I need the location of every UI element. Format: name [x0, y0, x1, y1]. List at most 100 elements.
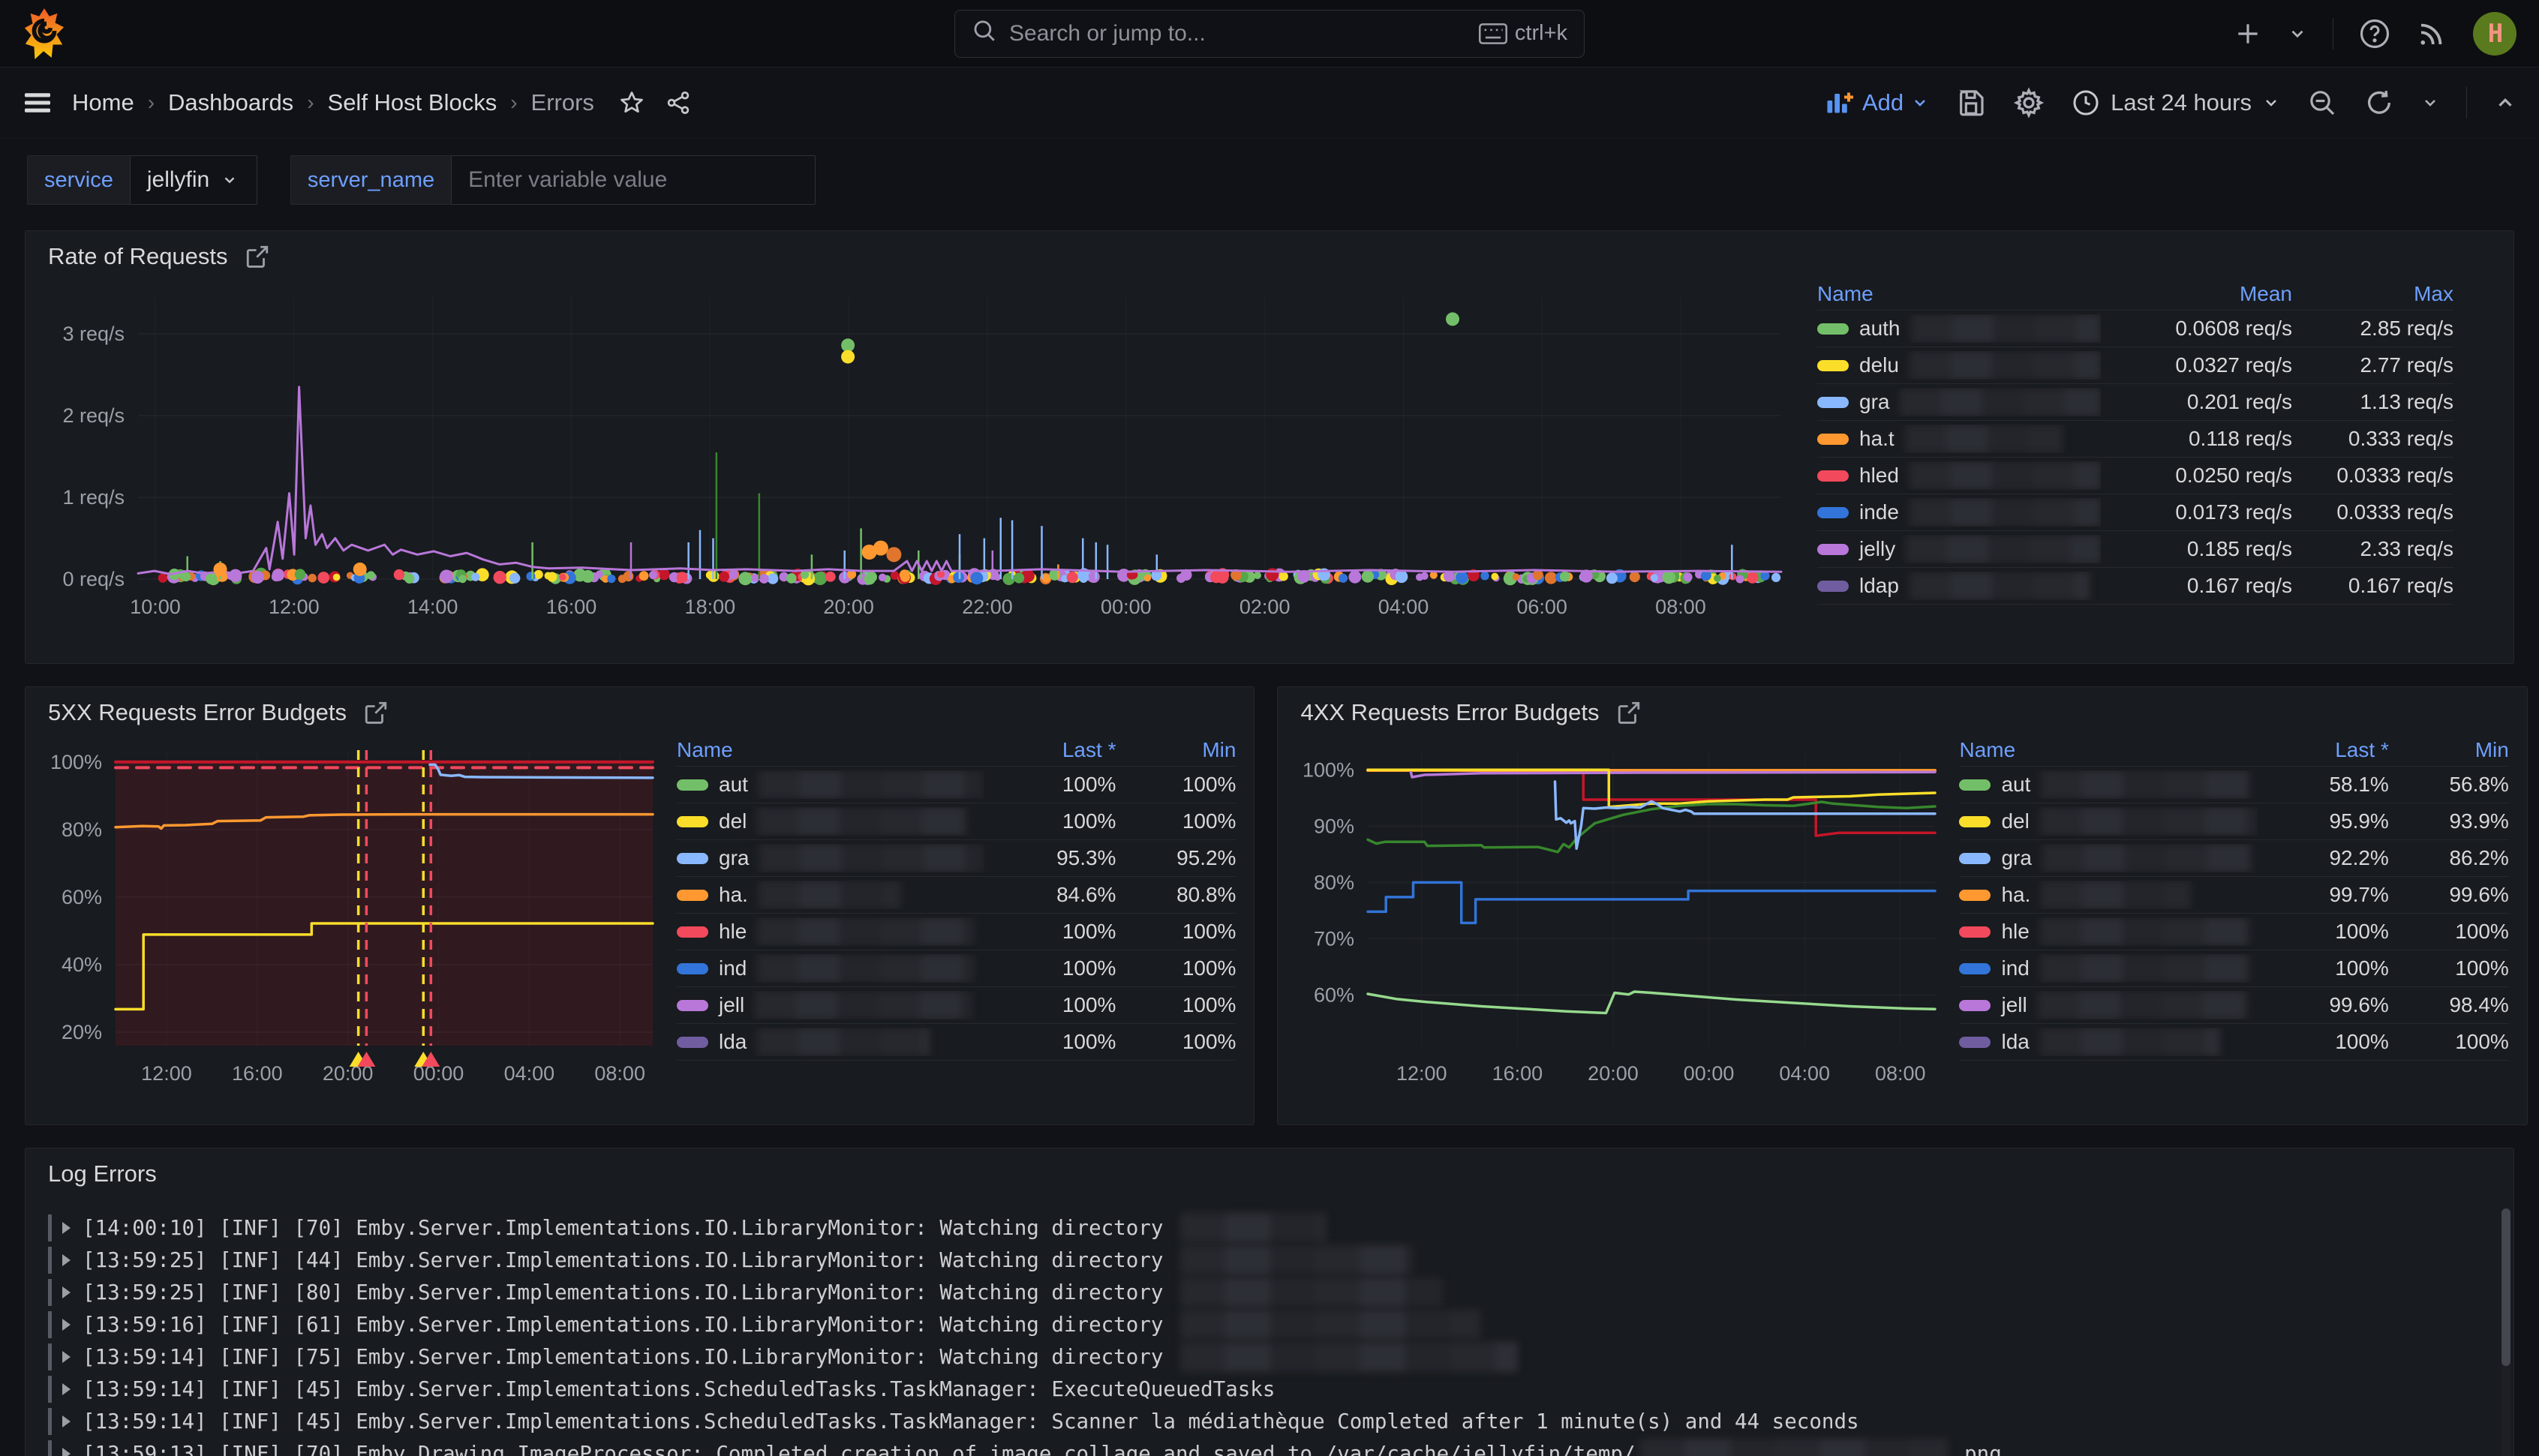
hamburger-menu-icon[interactable] [23, 90, 53, 116]
4xx-error-budget-chart[interactable]: 60%70%80%90%100%12:0016:0020:0000:0004:0… [1278, 731, 1953, 1106]
news-rss-icon[interactable] [2416, 18, 2447, 50]
svg-text:40%: 40% [62, 953, 102, 976]
legend-row[interactable]: ind100%100% [677, 950, 1236, 987]
dashboard-settings-gear-icon[interactable] [2013, 87, 2045, 119]
server-name-input[interactable] [468, 167, 798, 193]
redacted-text [757, 917, 975, 946]
legend-row[interactable]: jell99.6%98.4% [1959, 987, 2508, 1024]
legend-row[interactable]: gra92.2%86.2% [1959, 840, 2508, 877]
dashboard-variables: service jellyfin server_name [0, 139, 2539, 221]
new-chevron-down-icon[interactable] [2288, 24, 2307, 44]
grafana-logo[interactable] [23, 7, 66, 61]
log-expand-caret-icon[interactable] [62, 1383, 71, 1395]
time-range-picker[interactable]: Last 24 hours [2072, 89, 2280, 117]
legend-row[interactable]: del100%100% [677, 803, 1236, 840]
panel-4xx-title[interactable]: 4XX Requests Error Budgets [1300, 699, 1599, 726]
svg-text:90%: 90% [1314, 815, 1354, 837]
log-text: [13:59:14] [INF] [75] Emby.Server.Implem… [83, 1345, 1176, 1369]
share-icon[interactable] [665, 89, 692, 116]
series-color-pill [1817, 544, 1849, 555]
legend-row[interactable]: hle100%100% [677, 914, 1236, 950]
breadcrumb-folder[interactable]: Self Host Blocks [328, 89, 497, 116]
legend-row[interactable]: ha.99.7%99.6% [1959, 877, 2508, 914]
series-color-pill [677, 779, 708, 791]
log-line[interactable]: [13:59:14] [INF] [75] Emby.Server.Implem… [48, 1340, 2506, 1373]
svg-text:22:00: 22:00 [962, 596, 1013, 618]
legend-row[interactable]: hle100%100% [1959, 914, 2508, 950]
legend-row[interactable]: delu0.0327 req/s2.77 req/s [1817, 347, 2453, 384]
log-text: [13:59:25] [INF] [80] Emby.Server.Implem… [83, 1280, 1176, 1304]
legend-value: 0.167 req/s [2292, 574, 2453, 598]
legend-row[interactable]: jelly0.185 req/s2.33 req/s [1817, 531, 2453, 568]
help-icon[interactable] [2359, 18, 2390, 50]
legend-row[interactable]: gra95.3%95.2% [677, 840, 1236, 877]
log-line[interactable]: [13:59:14] [INF] [45] Emby.Server.Implem… [48, 1405, 2506, 1437]
search-input[interactable] [1009, 21, 1467, 47]
log-expand-caret-icon[interactable] [62, 1415, 71, 1427]
log-line[interactable]: [13:59:13] [INF] [70] Emby.Drawing.Image… [48, 1437, 2506, 1456]
log-level-bar [48, 1279, 52, 1306]
legend-row[interactable]: inde0.0173 req/s0.0333 req/s [1817, 494, 2453, 531]
log-line[interactable]: [13:59:25] [INF] [44] Emby.Server.Implem… [48, 1244, 2506, 1276]
external-link-icon[interactable] [245, 244, 270, 269]
5xx-error-budget-chart[interactable]: 20%40%60%80%100%12:0016:0020:0000:0004:0… [26, 731, 671, 1106]
series-name: gra [2001, 846, 2031, 870]
collapse-toolbar-icon[interactable] [2494, 92, 2516, 114]
external-link-icon[interactable] [1616, 700, 1642, 725]
legend-row[interactable]: lda100%100% [1959, 1024, 2508, 1061]
dashboard-toolbar: Home › Dashboards › Self Host Blocks › E… [0, 68, 2539, 139]
legend-row[interactable]: del95.9%93.9% [1959, 803, 2508, 840]
log-level-bar [48, 1311, 52, 1338]
legend-row[interactable]: ha.t0.118 req/s0.333 req/s [1817, 421, 2453, 458]
legend-row[interactable]: ha.84.6%80.8% [677, 877, 1236, 914]
series-name: jelly [1859, 537, 1895, 561]
legend-row[interactable]: ldap0.167 req/s0.167 req/s [1817, 568, 2453, 605]
legend-value: 0.185 req/s [2101, 537, 2292, 561]
legend-value: 100% [2258, 956, 2389, 980]
legend-row[interactable]: aut100%100% [677, 767, 1236, 803]
panel-logs-title[interactable]: Log Errors [48, 1160, 157, 1187]
favorite-star-icon[interactable] [618, 89, 645, 116]
log-line[interactable]: [13:59:16] [INF] [61] Emby.Server.Implem… [48, 1308, 2506, 1340]
svg-text:2 req/s: 2 req/s [62, 404, 125, 427]
legend-row[interactable]: hled0.0250 req/s0.0333 req/s [1817, 458, 2453, 494]
redacted-text [2041, 881, 2191, 909]
legend-row[interactable]: jell100%100% [677, 987, 1236, 1024]
svg-text:60%: 60% [62, 886, 102, 908]
log-line[interactable]: [14:00:10] [INF] [70] Emby.Server.Implem… [48, 1211, 2506, 1244]
log-expand-caret-icon[interactable] [62, 1286, 71, 1298]
breadcrumb-home[interactable]: Home [72, 89, 134, 116]
legend-row[interactable]: gra0.201 req/s1.13 req/s [1817, 384, 2453, 421]
panel-rate-title[interactable]: Rate of Requests [48, 243, 228, 270]
variable-service-dropdown[interactable]: jellyfin [130, 155, 257, 205]
log-line[interactable]: [13:59:14] [INF] [45] Emby.Server.Implem… [48, 1373, 2506, 1405]
zoom-out-icon[interactable] [2307, 88, 2337, 118]
user-avatar[interactable]: H [2473, 12, 2516, 56]
log-expand-caret-icon[interactable] [62, 1319, 71, 1331]
log-line[interactable]: [13:59:25] [INF] [80] Emby.Server.Implem… [48, 1276, 2506, 1308]
new-button[interactable] [2234, 20, 2262, 48]
refresh-icon[interactable] [2364, 88, 2394, 118]
log-expand-caret-icon[interactable] [62, 1254, 71, 1266]
breadcrumb-dashboards[interactable]: Dashboards [168, 89, 293, 116]
save-dashboard-icon[interactable] [1956, 88, 1986, 118]
svg-text:80%: 80% [62, 818, 102, 841]
external-link-icon[interactable] [363, 700, 389, 725]
legend-row[interactable]: lda100%100% [677, 1024, 1236, 1061]
log-expand-caret-icon[interactable] [62, 1448, 71, 1456]
refresh-interval-chevron-icon[interactable] [2421, 94, 2439, 112]
time-chevron-down-icon [2262, 94, 2280, 112]
panel-5xx-title[interactable]: 5XX Requests Error Budgets [48, 699, 347, 726]
rate-of-requests-chart[interactable]: 0 req/s1 req/s2 req/s3 req/s10:0012:0014… [26, 275, 1811, 639]
log-text: [13:59:16] [INF] [61] Emby.Server.Implem… [83, 1313, 1176, 1337]
add-panel-button[interactable]: Add [1825, 89, 1929, 116]
svg-text:12:00: 12:00 [269, 596, 320, 618]
log-scrollbar-thumb[interactable] [2501, 1208, 2510, 1366]
log-scrollbar[interactable] [2501, 1208, 2510, 1456]
legend-row[interactable]: ind100%100% [1959, 950, 2508, 987]
log-expand-caret-icon[interactable] [62, 1351, 71, 1363]
legend-row[interactable]: auth0.0608 req/s2.85 req/s [1817, 311, 2453, 347]
log-text: [13:59:14] [INF] [45] Emby.Server.Implem… [83, 1409, 1859, 1433]
legend-row[interactable]: aut58.1%56.8% [1959, 767, 2508, 803]
log-expand-caret-icon[interactable] [62, 1222, 71, 1234]
